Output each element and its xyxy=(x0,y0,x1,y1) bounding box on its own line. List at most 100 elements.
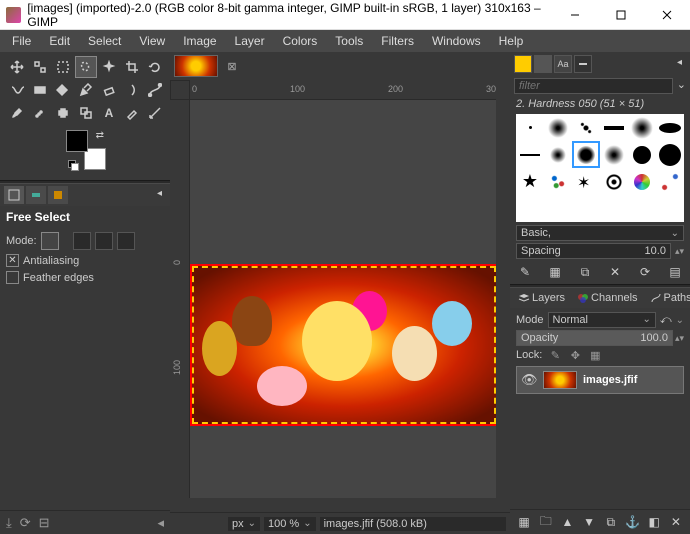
lock-alpha-icon[interactable]: ▦ xyxy=(588,348,602,362)
swap-colors-icon[interactable]: ⇄ xyxy=(96,130,104,141)
brush-item[interactable] xyxy=(656,168,684,195)
new-group-icon[interactable]: 🗀 xyxy=(538,514,554,530)
layers-tab[interactable]: Layers xyxy=(514,290,569,306)
menu-select[interactable]: Select xyxy=(80,32,129,50)
fg-color-swatch[interactable] xyxy=(66,130,88,152)
tool-clone[interactable] xyxy=(75,102,97,124)
menu-filters[interactable]: Filters xyxy=(373,32,422,50)
canvas-viewport[interactable] xyxy=(190,100,496,498)
save-tool-preset-icon[interactable]: ⤓ xyxy=(6,515,12,531)
menu-colors[interactable]: Colors xyxy=(275,32,326,50)
horizontal-ruler[interactable]: 0 100 200 300 xyxy=(190,80,496,100)
tool-move[interactable] xyxy=(6,56,28,78)
tool-airbrush[interactable] xyxy=(29,102,51,124)
close-button[interactable] xyxy=(644,0,690,30)
layer-row[interactable]: 👁 images.jfif xyxy=(516,366,684,394)
tool-color-picker[interactable] xyxy=(121,102,143,124)
menu-help[interactable]: Help xyxy=(491,32,532,50)
tool-bucket-fill[interactable] xyxy=(52,79,74,101)
reset-colors-icon[interactable] xyxy=(68,160,78,170)
brush-item[interactable] xyxy=(544,168,572,195)
brush-item[interactable] xyxy=(628,141,656,168)
image-tab-thumbnail[interactable] xyxy=(174,55,218,77)
tool-text[interactable]: A xyxy=(98,102,120,124)
tool-paths[interactable] xyxy=(144,79,166,101)
fonts-tab[interactable]: Aa xyxy=(554,55,572,73)
brush-item[interactable] xyxy=(544,114,572,141)
vertical-ruler[interactable]: 0 100 xyxy=(170,100,190,498)
reset-tool-options-icon[interactable]: ◂ xyxy=(157,515,164,531)
ruler-corner[interactable] xyxy=(170,80,190,100)
mode-add[interactable] xyxy=(73,232,91,250)
channels-tab[interactable]: Channels xyxy=(573,290,641,306)
brush-item[interactable] xyxy=(656,114,684,141)
opacity-slider[interactable]: Opacity 100.0 xyxy=(516,330,673,346)
new-layer-icon[interactable]: ▦ xyxy=(516,514,532,530)
mode-switch-icon[interactable]: ⤺ xyxy=(660,314,672,327)
mask-layer-icon[interactable]: ◧ xyxy=(646,514,662,530)
filter-clear-icon[interactable]: ⌄ xyxy=(677,78,686,94)
tool-eraser[interactable] xyxy=(98,79,120,101)
refresh-brushes-icon[interactable]: ⟳ xyxy=(636,264,654,280)
brush-item[interactable] xyxy=(600,168,628,195)
brush-item[interactable] xyxy=(572,114,600,141)
brush-item[interactable] xyxy=(516,114,544,141)
delete-tool-preset-icon[interactable]: ⊟ xyxy=(39,515,50,531)
unit-selector[interactable]: px xyxy=(228,517,260,531)
delete-brush-icon[interactable]: ✕ xyxy=(606,264,624,280)
edit-brush-icon[interactable]: ✎ xyxy=(516,264,534,280)
layer-visibility-icon[interactable]: 👁 xyxy=(521,372,537,388)
brush-item[interactable] xyxy=(600,114,628,141)
maximize-button[interactable] xyxy=(598,0,644,30)
canvas-image[interactable] xyxy=(190,264,496,426)
tool-align[interactable] xyxy=(29,56,51,78)
brush-spacing-field[interactable]: Spacing 10.0 xyxy=(516,243,671,259)
layer-thumbnail[interactable] xyxy=(543,371,577,389)
menu-windows[interactable]: Windows xyxy=(424,32,489,50)
tool-warp[interactable] xyxy=(6,79,28,101)
tool-pencil[interactable] xyxy=(75,79,97,101)
brush-item[interactable]: ★ xyxy=(516,168,544,195)
brush-filter-input[interactable] xyxy=(514,78,673,94)
new-brush-icon[interactable]: ▦ xyxy=(546,264,564,280)
tool-crop[interactable] xyxy=(121,56,143,78)
device-status-tab[interactable] xyxy=(26,186,46,204)
tool-measure[interactable] xyxy=(144,102,166,124)
lock-pixels-icon[interactable]: ✎ xyxy=(548,348,562,362)
tool-gradient[interactable] xyxy=(29,79,51,101)
tool-rect-select[interactable] xyxy=(52,56,74,78)
menu-tools[interactable]: Tools xyxy=(327,32,371,50)
image-tab-close-icon[interactable]: ⊠ xyxy=(224,58,240,74)
brush-item[interactable] xyxy=(656,141,684,168)
dock-menu-icon[interactable]: ◂ xyxy=(673,55,686,73)
raise-layer-icon[interactable]: ▲ xyxy=(559,514,575,530)
brush-item[interactable] xyxy=(516,141,544,168)
menu-file[interactable]: File xyxy=(4,32,39,50)
tool-rotate[interactable] xyxy=(144,56,166,78)
horizontal-scrollbar[interactable] xyxy=(190,498,496,512)
lock-position-icon[interactable]: ✥ xyxy=(568,348,582,362)
tool-fuzzy-select[interactable] xyxy=(98,56,120,78)
antialiasing-checkbox[interactable]: ✕ xyxy=(6,254,19,267)
vertical-scrollbar[interactable] xyxy=(496,100,510,498)
layer-mode-selector[interactable]: Normal xyxy=(548,312,656,328)
brushes-tab[interactable] xyxy=(514,55,532,73)
mode-intersect[interactable] xyxy=(117,232,135,250)
brush-preset-selector[interactable]: Basic, xyxy=(516,225,684,241)
mode-replace[interactable] xyxy=(41,232,59,250)
tab-menu-icon[interactable]: ◂ xyxy=(153,186,166,204)
brush-item[interactable]: ✶ xyxy=(572,168,600,195)
gradients-tab[interactable] xyxy=(574,55,592,73)
patterns-tab[interactable] xyxy=(534,55,552,73)
menu-image[interactable]: Image xyxy=(175,32,224,50)
brush-item-selected[interactable] xyxy=(572,141,600,168)
delete-layer-icon[interactable]: ✕ xyxy=(668,514,684,530)
brush-item[interactable] xyxy=(628,168,656,195)
restore-tool-preset-icon[interactable]: ⟳ xyxy=(20,515,31,531)
brush-item[interactable] xyxy=(600,141,628,168)
menu-edit[interactable]: Edit xyxy=(41,32,78,50)
feather-checkbox[interactable] xyxy=(6,271,19,284)
menu-view[interactable]: View xyxy=(131,32,173,50)
tool-options-tab[interactable] xyxy=(4,186,24,204)
tool-free-select[interactable] xyxy=(75,56,97,78)
